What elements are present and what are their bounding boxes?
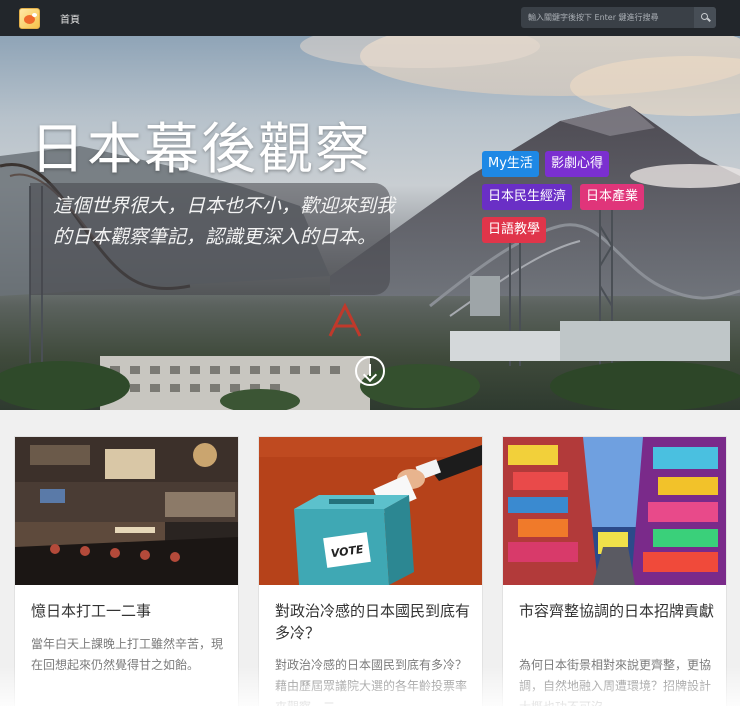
article-card-title[interactable]: 市容齊整協調的日本招牌貢獻 <box>519 600 715 622</box>
article-card-excerpt: 對政治冷感的日本國民到底有多冷？藉由歷屆眾議院大選的各年齡投票率來觀察一二。 <box>275 658 468 706</box>
tag-my-life[interactable]: My生活 <box>482 151 539 177</box>
article-card-excerpt: 為何日本街景相對來說更齊整，更協調，自然地融入周遭環境？招牌設計大概也功不可沒。 <box>519 658 712 706</box>
search-button[interactable] <box>694 7 716 28</box>
article-card-image[interactable] <box>15 437 238 585</box>
akihabara-street-image <box>503 437 726 585</box>
article-card-image[interactable] <box>503 437 726 585</box>
site-logo-icon[interactable] <box>19 8 40 29</box>
hero-subtitle: 這個世界很大，日本也不小，歡迎來到我的日本觀察筆記，認識更深入的日本。 <box>53 195 396 248</box>
hero-title: 日本幕後觀察 <box>30 117 373 181</box>
arrow-down-circle-icon[interactable] <box>355 356 385 386</box>
tag-drama-review[interactable]: 影劇心得 <box>545 151 610 177</box>
article-card-image[interactable]: VOTE <box>259 437 482 585</box>
tag-japan-industry[interactable]: 日本產業 <box>580 184 645 210</box>
search-input[interactable] <box>521 7 693 28</box>
navbar: 首頁 <box>0 0 740 36</box>
restaurant-image <box>15 437 238 585</box>
article-card-excerpt: 當年白天上課晚上打工雖然辛苦，現在回想起來仍然覺得甘之如飴。 <box>31 637 224 672</box>
tag-japanese-lessons[interactable]: 日語教學 <box>482 217 547 243</box>
search-box <box>521 7 716 28</box>
article-card[interactable]: 憶日本打工一二事 當年白天上課晚上打工雖然辛苦，現在回想起來仍然覺得甘之如飴。 <box>14 436 239 706</box>
article-card-title[interactable]: 對政治冷感的日本國民到底有多冷？ <box>275 600 471 644</box>
vote-illustration: VOTE <box>259 437 482 585</box>
hero-banner: 日本幕後觀察 這個世界很大，日本也不小，歡迎來到我的日本觀察筆記，認識更深入的日… <box>0 36 740 410</box>
article-card-title[interactable]: 憶日本打工一二事 <box>31 600 227 622</box>
tag-japan-economy[interactable]: 日本民生經濟 <box>482 184 573 210</box>
nav-home-link[interactable]: 首頁 <box>60 11 80 26</box>
article-card[interactable]: VOTE 對政治冷感的日本國民到底有多冷？ 對政治冷感的日本國民到底有多冷？藉由… <box>258 436 483 706</box>
article-card[interactable]: 市容齊整協調的日本招牌貢獻 為何日本街景相對來說更齊整，更協調，自然地融入周遭環… <box>502 436 727 706</box>
